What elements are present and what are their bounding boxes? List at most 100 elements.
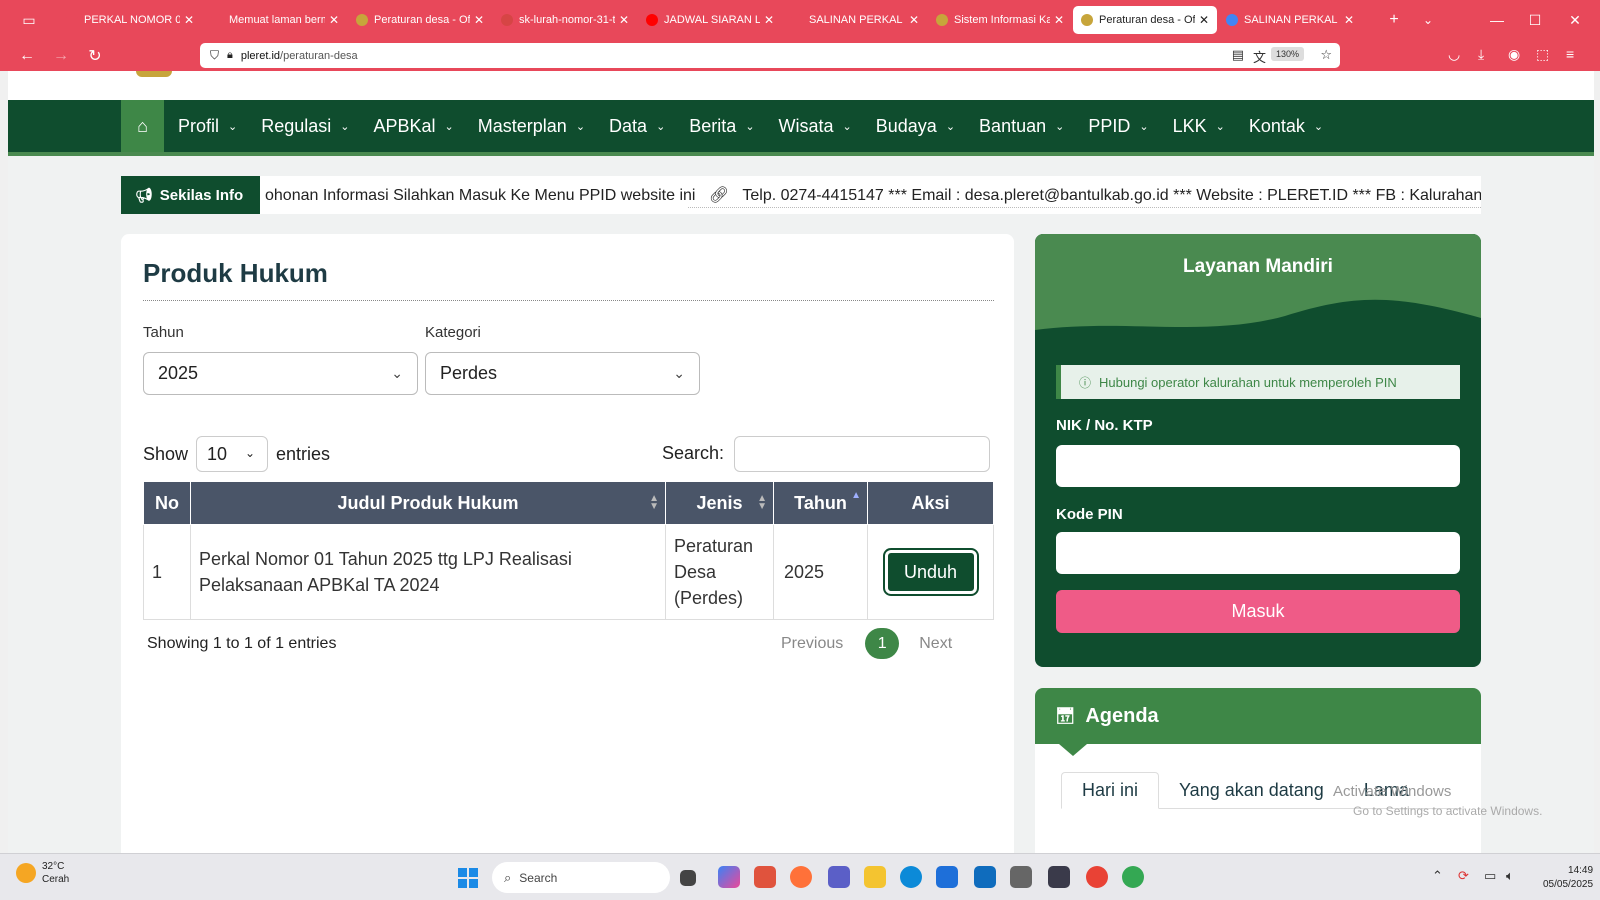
tab-close-icon[interactable]: ✕ (619, 13, 629, 27)
tab-close-icon[interactable]: ✕ (1054, 13, 1064, 27)
tab-close-icon[interactable]: ✕ (764, 13, 774, 27)
app-icon-2[interactable] (1048, 866, 1070, 888)
volume-icon[interactable]: 🔈︎ (1506, 868, 1514, 884)
chrome-profile-icon[interactable] (1122, 866, 1144, 888)
chevron-down-icon: ⌄ (1313, 120, 1324, 133)
nav-item-masterplan[interactable]: Masterplan ⌄ (478, 116, 585, 137)
weather-widget[interactable]: 32°C Cerah (16, 860, 69, 886)
zoom-level[interactable]: 130% (1270, 47, 1304, 61)
back-icon[interactable]: ← (12, 41, 42, 71)
lock-icon[interactable]: 🔒︎ (227, 49, 233, 62)
browser-tab[interactable]: sk-lurah-nomor-31-ta ✕ (493, 6, 637, 34)
shield-icon[interactable]: ⛉ (210, 48, 219, 63)
nav-item-label: APBKal (373, 115, 436, 136)
mail-icon[interactable] (974, 866, 996, 888)
nav-item-apbkal[interactable]: APBKal ⌄ (374, 116, 454, 137)
tahun-select[interactable]: 2025 ⌄ (143, 352, 418, 395)
windows-start-icon[interactable] (458, 868, 478, 888)
teams-icon[interactable] (828, 866, 850, 888)
nav-item-budaya[interactable]: Budaya ⌄ (876, 116, 955, 137)
pin-input[interactable] (1056, 532, 1460, 574)
tab-close-icon[interactable]: ✕ (474, 13, 484, 27)
browser-tab[interactable]: Peraturan desa - Offic ✕ (1073, 6, 1217, 34)
nav-item-bantuan[interactable]: Bantuan ⌄ (979, 116, 1064, 137)
nav-item-data[interactable]: Data ⌄ (609, 116, 665, 137)
kategori-select[interactable]: Perdes ⌄ (425, 352, 700, 395)
nav-item-kontak[interactable]: Kontak ⌄ (1249, 116, 1323, 137)
previous-button[interactable]: Previous (781, 635, 843, 653)
column-header-tahun[interactable]: Tahun ▲ (773, 481, 868, 525)
tab-close-icon[interactable]: ✕ (184, 13, 194, 27)
taskbar-search[interactable]: ⌕ Search (492, 862, 670, 893)
forward-icon[interactable]: → (46, 41, 76, 71)
edge-icon[interactable] (900, 866, 922, 888)
nav-item-wisata[interactable]: Wisata ⌄ (779, 116, 852, 137)
bookmark-star-icon[interactable]: ☆ (1320, 47, 1332, 63)
translate-icon[interactable]: 文 (1253, 47, 1266, 66)
nik-label: NIK / No. KTP (1056, 417, 1153, 434)
site-logo[interactable] (136, 71, 172, 77)
menu-icon[interactable]: ≡ (1566, 46, 1574, 62)
address-bar[interactable]: ⛉ 🔒︎ pleret.id/peraturan-desa ▤ 文 130% ☆ (200, 43, 1340, 68)
tab-close-icon[interactable]: ✕ (1344, 13, 1354, 27)
nav-item-berita[interactable]: Berita ⌄ (689, 116, 754, 137)
tab-yang-akan-datang[interactable]: Yang akan datang (1159, 772, 1344, 809)
account-icon[interactable]: ◉ (1508, 46, 1520, 63)
browser-tab[interactable]: SALINAN PERKAL NO ✕ (1218, 6, 1362, 34)
pocket-icon[interactable]: ◡ (1448, 46, 1460, 63)
activate-windows-title: Activate Windows (1333, 783, 1452, 800)
browser-tab[interactable]: PERKAL NOMOR 01 TAHUN ✕ (58, 6, 202, 34)
close-window-icon[interactable]: ✕ (1556, 0, 1594, 40)
tab-overflow-chevron-icon[interactable]: ⌄ (1411, 13, 1445, 27)
agenda-title: Agenda (1085, 704, 1159, 727)
chrome-icon[interactable] (1086, 866, 1108, 888)
masuk-button[interactable]: Masuk (1056, 590, 1460, 633)
tab-close-icon[interactable]: ✕ (329, 13, 339, 27)
home-icon[interactable]: ⌂ (121, 100, 164, 152)
app-icon[interactable] (754, 866, 776, 888)
page-1-button[interactable]: 1 (865, 628, 900, 659)
tab-list-icon[interactable]: ▭ (0, 0, 58, 40)
firefox-icon[interactable] (790, 866, 812, 888)
system-clock[interactable]: 14:49 05/05/2025 (1543, 864, 1593, 892)
minimize-icon[interactable]: — (1478, 0, 1516, 40)
tab-close-icon[interactable]: ✕ (1199, 13, 1209, 27)
next-button[interactable]: Next (919, 635, 952, 653)
nav-item-lkk[interactable]: LKK ⌄ (1173, 116, 1225, 137)
browser-tab[interactable]: Memuat laman berma ✕ (203, 6, 347, 34)
nik-input[interactable] (1056, 445, 1460, 487)
reload-icon[interactable]: ↻ (80, 41, 110, 71)
maximize-icon[interactable]: ☐ (1516, 0, 1554, 40)
column-header-no[interactable]: No (143, 481, 191, 525)
task-view-icon[interactable] (680, 870, 696, 886)
reader-view-icon[interactable]: ▤ (1232, 47, 1244, 63)
browser-tab[interactable]: Sistem Informasi Kalur ✕ (928, 6, 1072, 34)
sort-asc-icon: ▲ (851, 490, 861, 501)
download-icon[interactable]: ⤓ (1478, 46, 1484, 63)
unduh-button[interactable]: Unduh (882, 548, 979, 596)
file-explorer-icon[interactable] (864, 866, 886, 888)
network-icon[interactable]: ▭ (1484, 868, 1496, 884)
tab-close-icon[interactable]: ✕ (909, 13, 919, 27)
sync-icon[interactable]: ⟳ (1458, 868, 1469, 884)
browser-tab[interactable]: SALINAN PERKAL NOMOI ✕ (783, 6, 927, 34)
browser-tab[interactable]: Peraturan desa - Offic ✕ (348, 6, 492, 34)
extensions-icon[interactable]: ⬚ (1536, 46, 1549, 63)
camera-icon[interactable] (1010, 866, 1032, 888)
search-input[interactable] (734, 436, 990, 472)
tab-favicon-icon (791, 14, 803, 26)
copilot-icon[interactable] (718, 866, 740, 888)
column-header-jenis[interactable]: Jenis ▲ ▼ (665, 481, 774, 525)
entries-select[interactable]: 10 ⌄ (196, 436, 269, 472)
chevron-down-icon: ⌄ (842, 120, 852, 133)
column-header-judul[interactable]: Judul Produk Hukum ▲ ▼ (190, 481, 666, 525)
nav-item-regulasi[interactable]: Regulasi ⌄ (261, 116, 349, 137)
tray-chevron-up-icon[interactable]: ⌃ (1432, 868, 1443, 884)
store-icon[interactable] (936, 866, 958, 888)
nav-item-ppid[interactable]: PPID ⌄ (1088, 116, 1148, 137)
new-tab-icon[interactable]: + (1377, 11, 1411, 29)
tab-hari-ini[interactable]: Hari ini (1061, 772, 1160, 809)
nav-item-profil[interactable]: Profil ⌄ (178, 116, 237, 137)
chevron-down-icon: ⌄ (945, 120, 956, 133)
browser-tab[interactable]: JADWAL SIARAN LAN ✕ (638, 6, 782, 34)
